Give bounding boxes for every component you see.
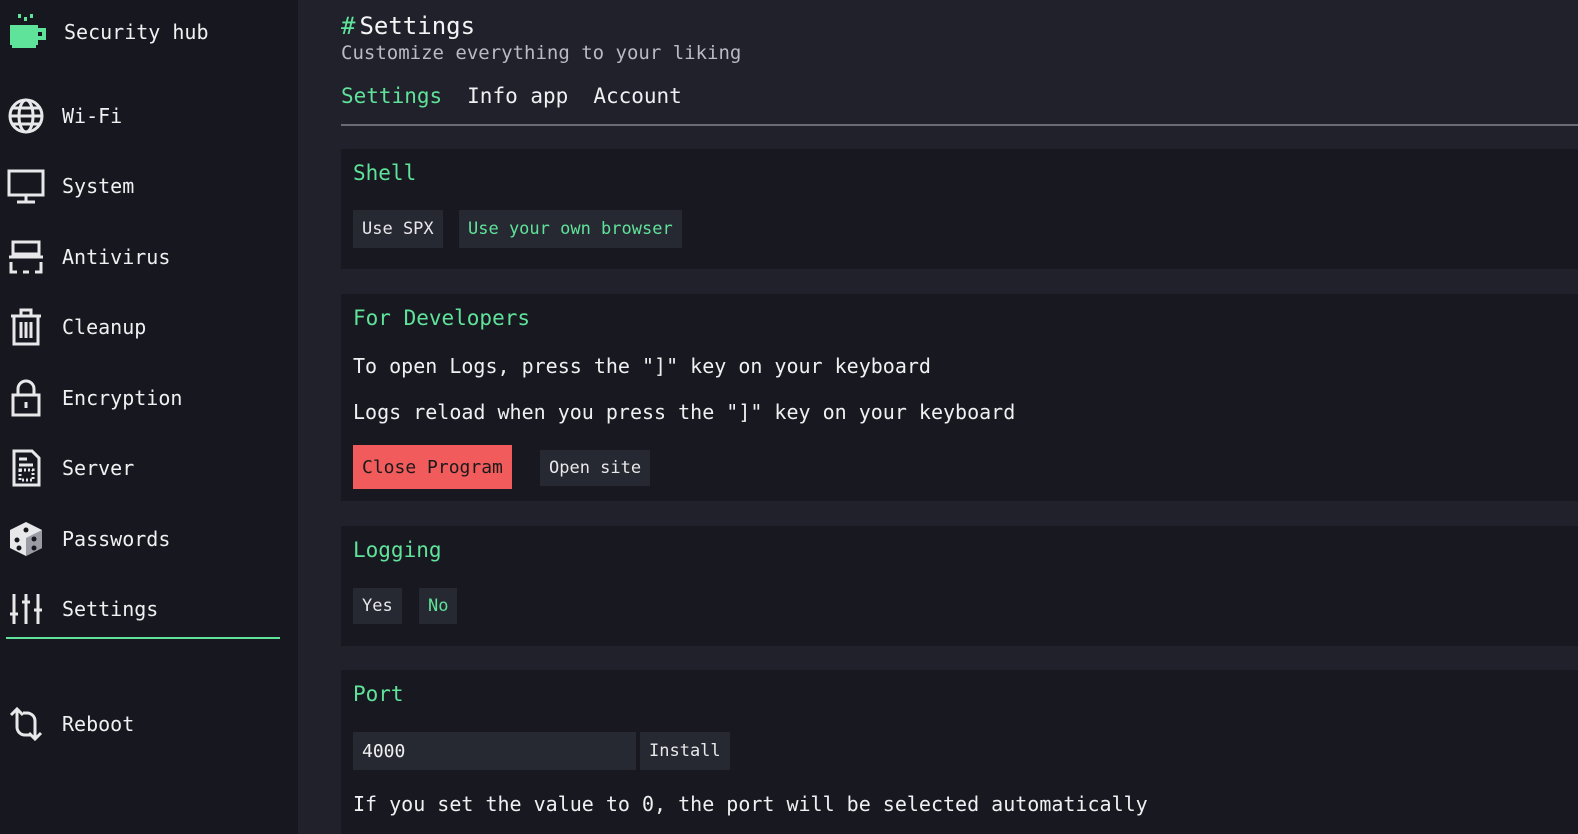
sidebar-item-label: Antivirus [62, 245, 171, 269]
close-program-button[interactable]: Close Program [353, 445, 512, 489]
logging-yes-button[interactable]: Yes [353, 588, 402, 624]
use-own-browser-button[interactable]: Use your own browser [459, 210, 682, 248]
reboot-button[interactable]: Reboot [6, 697, 280, 751]
scanner-icon [6, 237, 46, 277]
brand: Security hub [6, 10, 209, 54]
install-button[interactable]: Install [640, 732, 730, 770]
logs-reload-hint: Logs reload when you press the "]" key o… [353, 400, 1016, 424]
tab-bar: Settings Info app Account [341, 84, 682, 108]
sidebar-item-wifi[interactable]: Wi-Fi [6, 89, 280, 143]
main-content: # Settings Customize everything to your l… [341, 0, 1578, 834]
coffee-cup-icon [10, 14, 46, 48]
sliders-icon [6, 589, 46, 629]
port-input[interactable] [353, 732, 636, 770]
section-title: Shell [353, 161, 417, 185]
sidebar-item-passwords[interactable]: Passwords [6, 512, 280, 566]
trash-icon [6, 307, 46, 347]
reboot-icon [6, 704, 46, 744]
sidebar: Security hub Wi-Fi System Antivirus Clea… [0, 0, 298, 834]
sidebar-item-antivirus[interactable]: Antivirus [6, 230, 280, 284]
app-title: Security hub [64, 20, 209, 44]
title-hash: # [341, 12, 356, 40]
tab-settings[interactable]: Settings [341, 84, 442, 108]
tab-account[interactable]: Account [593, 84, 682, 108]
lock-icon [6, 378, 46, 418]
sidebar-item-settings[interactable]: Settings [6, 582, 280, 636]
port-hint: If you set the value to 0, the port will… [353, 792, 1148, 816]
sidebar-item-label: Wi-Fi [62, 104, 123, 128]
sidebar-item-label: System [62, 174, 135, 198]
page-title-text: Settings [359, 12, 476, 40]
tab-info-app[interactable]: Info app [467, 84, 568, 108]
open-site-button[interactable]: Open site [540, 450, 651, 486]
use-spx-button[interactable]: Use SPX [353, 210, 443, 248]
section-title: Port [353, 682, 404, 706]
sidebar-item-encryption[interactable]: Encryption [6, 371, 280, 425]
logs-open-hint: To open Logs, press the "]" key on your … [353, 354, 931, 378]
active-indicator [6, 637, 280, 639]
sidebar-item-label: Encryption [62, 386, 183, 410]
logging-section: Logging Yes No [341, 526, 1578, 646]
sidebar-item-label: Passwords [62, 527, 171, 551]
section-title: For Developers [353, 306, 531, 330]
tabs-divider [341, 124, 1578, 126]
port-section: Port Install If you set the value to 0, … [341, 670, 1578, 834]
sidebar-item-server[interactable]: Server [6, 441, 280, 495]
sidebar-item-label: Server [62, 456, 135, 480]
page-title: # Settings [341, 12, 475, 40]
dice-icon [6, 519, 46, 559]
page-subtitle: Customize everything to your liking [341, 42, 742, 64]
developers-section: For Developers To open Logs, press the "… [341, 294, 1578, 501]
shell-section: Shell Use SPX Use your own browser [341, 149, 1578, 269]
sidebar-item-cleanup[interactable]: Cleanup [6, 300, 280, 354]
sidebar-item-label: Cleanup [62, 315, 147, 339]
reboot-label: Reboot [62, 712, 135, 736]
sidebar-item-system[interactable]: System [6, 159, 280, 213]
sidebar-item-label: Settings [62, 597, 159, 621]
document-icon [6, 448, 46, 488]
globe-icon [6, 96, 46, 136]
logging-no-button[interactable]: No [419, 588, 458, 624]
section-title: Logging [353, 538, 442, 562]
monitor-icon [6, 166, 46, 206]
